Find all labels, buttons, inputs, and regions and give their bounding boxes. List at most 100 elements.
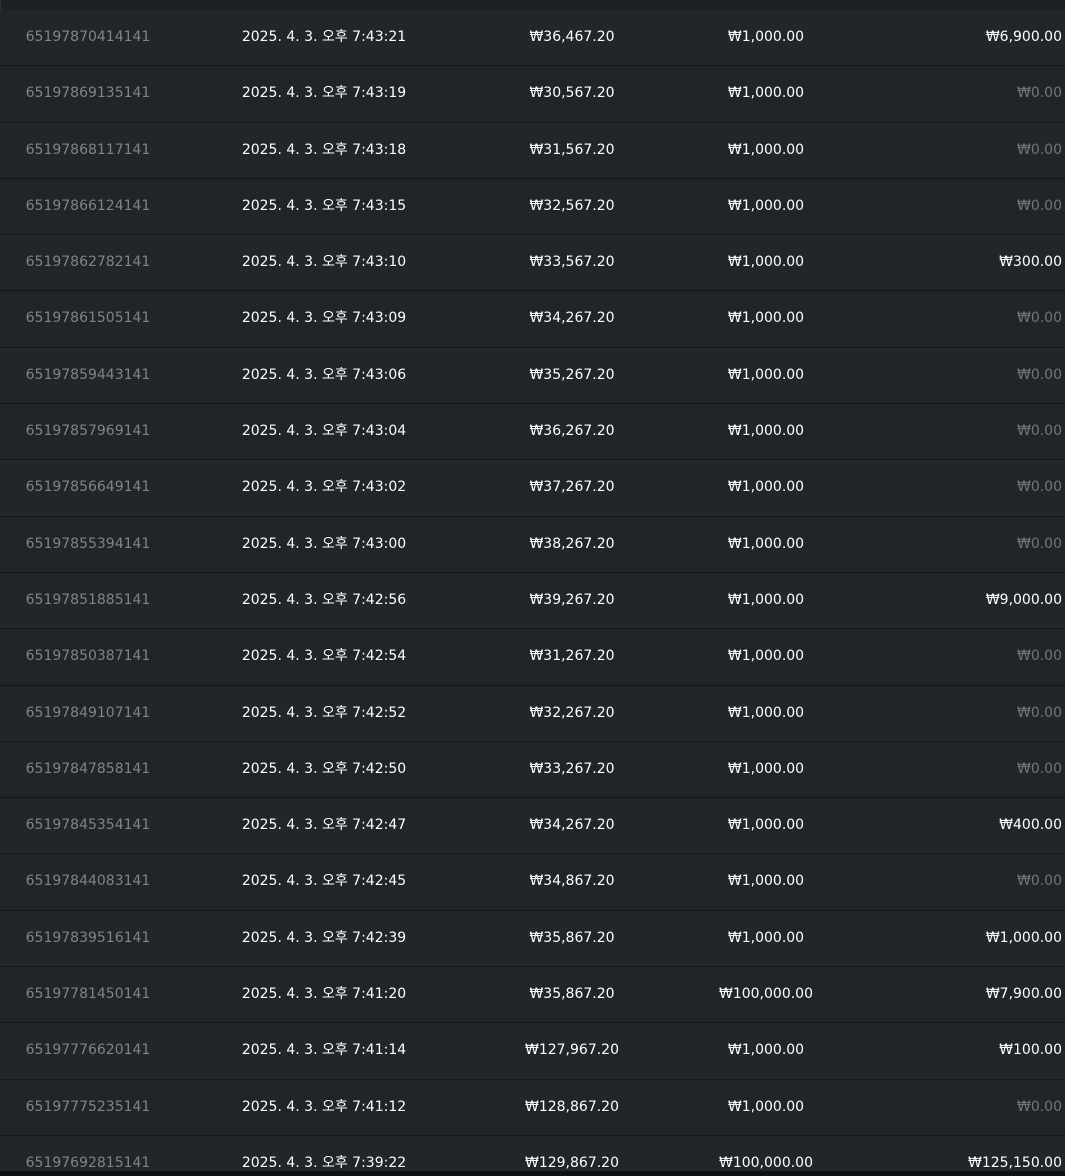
win-amount-cell: ₩0.00	[1016, 760, 1062, 777]
balance-cell: ₩36,467.20	[529, 29, 615, 45]
table-row[interactable]: 65197775235141 2025. 4. 3. 오후 7:41:12 ₩128…	[0, 1079, 1065, 1136]
timestamp-cell: 2025. 4. 3. 오후 7:43:21	[241, 29, 407, 45]
bet-amount-cell: ₩1,000.00	[727, 817, 805, 834]
bet-amount-cell: ₩100,000.00	[718, 1154, 813, 1171]
win-amount-cell: ₩7,900.00	[985, 986, 1062, 1003]
timestamp-cell: 2025. 4. 3. 오후 7:41:20	[241, 986, 407, 1003]
round-id-cell: 65197847858141	[25, 760, 151, 777]
table-row[interactable]: 65197844083141 2025. 4. 3. 오후 7:42:45 ₩34,…	[0, 854, 1065, 911]
balance-cell: ₩32,267.20	[529, 704, 615, 721]
round-id-cell: 65197861505141	[25, 310, 151, 327]
table-row[interactable]: 65197856649141 2025. 4. 3. 오후 7:43:02 ₩37,…	[0, 460, 1065, 517]
win-amount-cell: ₩0.00	[1016, 423, 1062, 440]
bet-amount-cell: ₩100,000.00	[718, 986, 813, 1003]
balance-cell: ₩37,267.20	[529, 479, 615, 496]
round-id-cell: 65197870414141	[25, 29, 151, 45]
bet-amount-cell: ₩1,000.00	[727, 254, 805, 271]
timestamp-cell: 2025. 4. 3. 오후 7:43:19	[241, 85, 407, 102]
balance-cell: ₩35,867.20	[529, 986, 615, 1003]
bet-amount-cell: ₩1,000.00	[727, 1098, 805, 1115]
timestamp-cell: 2025. 4. 3. 오후 7:42:45	[241, 873, 407, 890]
timestamp-cell: 2025. 4. 3. 오후 7:41:12	[241, 1098, 407, 1115]
balance-cell: ₩33,267.20	[529, 760, 615, 777]
timestamp-cell: 2025. 4. 3. 오후 7:43:06	[241, 366, 407, 383]
bet-amount-cell: ₩1,000.00	[727, 366, 805, 383]
balance-cell: ₩38,267.20	[529, 535, 615, 552]
balance-cell: ₩32,567.20	[529, 197, 615, 214]
win-amount-cell: ₩6,900.00	[985, 29, 1062, 45]
table-row[interactable]: 65197868117141 2025. 4. 3. 오후 7:43:18 ₩31,…	[0, 122, 1065, 179]
bet-amount-cell: ₩1,000.00	[727, 423, 805, 440]
balance-cell: ₩128,867.20	[524, 1098, 619, 1115]
round-id-cell: 65197844083141	[25, 873, 151, 890]
table-row[interactable]: 65197851885141 2025. 4. 3. 오후 7:42:56 ₩39,…	[0, 572, 1065, 630]
timestamp-cell: 2025. 4. 3. 오후 7:41:14	[241, 1042, 407, 1059]
table-row[interactable]: 65197861505141 2025. 4. 3. 오후 7:43:09 ₩34,…	[0, 291, 1065, 348]
timestamp-cell: 2025. 4. 3. 오후 7:43:02	[241, 479, 407, 496]
balance-cell: ₩39,267.20	[529, 591, 615, 608]
balance-cell: ₩129,867.20	[524, 1154, 619, 1171]
balance-cell: ₩34,267.20	[529, 817, 615, 834]
bet-amount-cell: ₩1,000.00	[727, 648, 805, 665]
balance-cell: ₩30,567.20	[529, 85, 615, 102]
table-row[interactable]: 65197850387141 2025. 4. 3. 오후 7:42:54 ₩31,…	[0, 629, 1065, 686]
table-row[interactable]: 65197870414141 2025. 4. 3. 오후 7:43:21 ₩36,…	[0, 10, 1065, 67]
bet-amount-cell: ₩1,000.00	[727, 197, 805, 214]
timestamp-cell: 2025. 4. 3. 오후 7:43:09	[241, 310, 407, 327]
table-row[interactable]: 65197859443141 2025. 4. 3. 오후 7:43:06 ₩35,…	[0, 347, 1065, 405]
table-row[interactable]: 65197847858141 2025. 4. 3. 오후 7:42:50 ₩33,…	[0, 741, 1065, 799]
timestamp-cell: 2025. 4. 3. 오후 7:42:56	[241, 591, 407, 608]
round-id-cell: 65197859443141	[25, 366, 151, 383]
round-id-cell: 65197869135141	[25, 85, 151, 102]
timestamp-cell: 2025. 4. 3. 오후 7:43:10	[241, 254, 407, 271]
timestamp-cell: 2025. 4. 3. 오후 7:42:47	[241, 817, 407, 834]
table-row[interactable]: 65197869135141 2025. 4. 3. 오후 7:43:19 ₩30,…	[0, 66, 1065, 123]
bet-amount-cell: ₩1,000.00	[727, 591, 805, 608]
balance-cell: ₩34,867.20	[529, 873, 615, 890]
table-row[interactable]: 65197692815141 2025. 4. 3. 오후 7:39:22 ₩129…	[0, 1135, 1065, 1176]
win-amount-cell: ₩300.00	[999, 254, 1062, 271]
win-amount-cell: ₩0.00	[1016, 535, 1062, 552]
win-amount-cell: ₩0.00	[1016, 197, 1062, 214]
table-row[interactable]: 65197855394141 2025. 4. 3. 오후 7:43:00 ₩38,…	[0, 516, 1065, 573]
round-id-cell: 65197781450141	[25, 986, 151, 1003]
round-id-cell: 65197855394141	[25, 535, 151, 552]
round-id-cell: 65197851885141	[25, 591, 151, 608]
table-bottom-border	[0, 1171, 1065, 1176]
balance-cell: ₩31,567.20	[529, 141, 615, 158]
round-id-cell: 65197857969141	[25, 423, 151, 440]
win-amount-cell: ₩0.00	[1016, 648, 1062, 665]
win-amount-cell: ₩0.00	[1016, 310, 1062, 327]
table-row[interactable]: 65197866124141 2025. 4. 3. 오후 7:43:15 ₩32,…	[0, 178, 1065, 236]
bet-amount-cell: ₩1,000.00	[727, 873, 805, 890]
win-amount-cell: ₩0.00	[1016, 85, 1062, 102]
win-amount-cell: ₩400.00	[999, 817, 1062, 834]
timestamp-cell: 2025. 4. 3. 오후 7:42:50	[241, 760, 407, 777]
bet-amount-cell: ₩1,000.00	[727, 479, 805, 496]
round-id-cell: 65197856649141	[25, 479, 151, 496]
bet-amount-cell: ₩1,000.00	[727, 141, 805, 158]
bet-amount-cell: ₩1,000.00	[727, 704, 805, 721]
round-id-cell: 65197868117141	[25, 141, 151, 158]
timestamp-cell: 2025. 4. 3. 오후 7:42:52	[241, 704, 407, 721]
win-amount-cell: ₩125,150.00	[967, 1154, 1062, 1171]
win-amount-cell: ₩0.00	[1016, 366, 1062, 383]
win-amount-cell: ₩100.00	[999, 1042, 1062, 1059]
balance-cell: ₩36,267.20	[529, 423, 615, 440]
win-amount-cell: ₩0.00	[1016, 141, 1062, 158]
bet-amount-cell: ₩1,000.00	[727, 1042, 805, 1059]
bet-amount-cell: ₩1,000.00	[727, 85, 805, 102]
round-id-cell: 65197845354141	[25, 817, 151, 834]
table-row[interactable]: 65197839516141 2025. 4. 3. 오후 7:42:39 ₩35,…	[0, 910, 1065, 968]
timestamp-cell: 2025. 4. 3. 오후 7:39:22	[241, 1154, 407, 1171]
table-row[interactable]: 65197845354141 2025. 4. 3. 오후 7:42:47 ₩34,…	[0, 798, 1065, 855]
table-row[interactable]: 65197849107141 2025. 4. 3. 오후 7:42:52 ₩32,…	[0, 685, 1065, 742]
timestamp-cell: 2025. 4. 3. 오후 7:42:54	[241, 648, 407, 665]
round-id-cell: 65197849107141	[25, 704, 151, 721]
table-row[interactable]: 65197781450141 2025. 4. 3. 오후 7:41:20 ₩35,…	[0, 967, 1065, 1024]
timestamp-cell: 2025. 4. 3. 오후 7:43:00	[241, 535, 407, 552]
table-row[interactable]: 65197862782141 2025. 4. 3. 오후 7:43:10 ₩33,…	[0, 235, 1065, 292]
round-id-cell: 65197776620141	[25, 1042, 151, 1059]
table-row[interactable]: 65197776620141 2025. 4. 3. 오후 7:41:14 ₩127…	[0, 1023, 1065, 1080]
table-row[interactable]: 65197857969141 2025. 4. 3. 오후 7:43:04 ₩36,…	[0, 404, 1065, 461]
